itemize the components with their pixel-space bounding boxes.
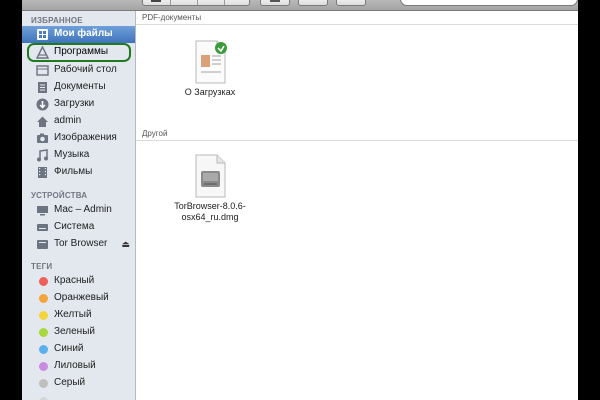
sidebar-tag-blue[interactable]: Синий xyxy=(22,341,135,358)
tag-color-dot-icon xyxy=(39,277,48,286)
sidebar-item-movies[interactable]: Фильмы xyxy=(22,164,135,181)
share-button[interactable] xyxy=(336,0,366,6)
documents-icon xyxy=(38,82,47,93)
sidebar-tag-red[interactable]: Красный xyxy=(22,273,135,290)
sidebar-item-label: Зеленый xyxy=(54,326,95,337)
sidebar-item-label: Mac – Admin xyxy=(54,204,112,215)
downloads-icon xyxy=(36,98,49,111)
sidebar-item-system[interactable]: Система xyxy=(22,219,135,236)
sidebar-item-label: Программы xyxy=(54,46,109,57)
sidebar-tag-orange[interactable]: Оранжевый xyxy=(22,290,135,307)
sidebar-item-tor-browser[interactable]: Tor Browser ⏏ xyxy=(22,236,135,253)
icon-view-icon[interactable] xyxy=(151,0,161,2)
sidebar-item-label: Фильмы xyxy=(54,166,93,177)
sidebar-item-label: Изображения xyxy=(54,132,117,143)
sidebar-tag-yellow[interactable]: Желтый xyxy=(22,307,135,324)
sidebar-item-label: Tor Browser xyxy=(54,238,108,249)
sidebar-item-label: Желтый xyxy=(54,309,92,320)
sidebar-item-label: Лиловый xyxy=(54,360,96,371)
group-header-pdf: PDF-документы xyxy=(136,11,578,25)
file-name-line1: TorBrowser-8.0.6- xyxy=(174,201,246,211)
sidebar-item-downloads[interactable]: Загрузки xyxy=(22,96,135,113)
file-name: О Загрузках xyxy=(184,87,236,97)
arrange-icon xyxy=(270,0,280,2)
sidebar-item-label: Музыка xyxy=(54,149,90,160)
favorites-header: ИЗБРАННОЕ xyxy=(31,16,83,25)
tag-color-dot-icon xyxy=(39,311,48,320)
sidebar-item-documents[interactable]: Документы xyxy=(22,79,135,96)
tag-color-dot-icon xyxy=(39,294,48,303)
sidebar-item-desktop[interactable]: Рабочий стол xyxy=(22,62,135,79)
eject-icon[interactable]: ⏏ xyxy=(121,239,130,250)
music-note-icon xyxy=(37,149,48,162)
devices-header: УСТРОЙСТВА xyxy=(31,191,88,200)
sidebar-item-label: Мои файлы xyxy=(54,28,113,39)
tag-color-dot-icon xyxy=(39,328,48,337)
desktop-icon xyxy=(36,65,49,76)
hard-drive-icon xyxy=(37,224,48,231)
sidebar-item-label: Синий xyxy=(54,343,84,354)
finder-window: ИЗБРАННОЕ Мои файлы Программы Рабочий ст… xyxy=(22,0,578,400)
my-files-icon xyxy=(37,29,48,40)
sidebar-tag-purple[interactable]: Лиловый xyxy=(22,358,135,375)
sidebar-item-mac-admin[interactable]: Mac – Admin xyxy=(22,202,135,219)
tag-color-dot-icon xyxy=(39,345,48,354)
home-icon xyxy=(37,116,48,127)
applications-icon xyxy=(36,46,49,59)
camera-icon xyxy=(37,133,48,143)
toolbar xyxy=(22,0,578,11)
sidebar-item-label: Оранжевый xyxy=(54,292,109,303)
sidebar-item-label: Серый xyxy=(54,377,86,388)
pdf-document-icon xyxy=(195,40,227,84)
film-icon xyxy=(38,167,47,178)
sidebar-item-applications[interactable]: Программы xyxy=(22,44,135,61)
sidebar-tag-green[interactable]: Зеленый xyxy=(22,324,135,341)
computer-icon xyxy=(37,206,48,216)
sidebar-item-music[interactable]: Музыка xyxy=(22,147,135,164)
group-header-other: Другой xyxy=(136,127,578,141)
sidebar-item-my-files[interactable]: Мои файлы xyxy=(22,26,135,43)
tag-color-dot-icon xyxy=(39,379,48,388)
tags-header: ТЕГИ xyxy=(31,262,53,271)
sidebar-item-label: Рабочий стол xyxy=(54,64,117,75)
sidebar-item-label: admin xyxy=(54,115,82,126)
sidebar: ИЗБРАННОЕ Мои файлы Программы Рабочий ст… xyxy=(22,11,136,400)
search-field[interactable] xyxy=(400,0,578,6)
sidebar-item-label: Красный xyxy=(54,275,95,286)
arrange-button[interactable] xyxy=(260,0,290,6)
sidebar-item-label: Система xyxy=(54,221,95,232)
sidebar-item-label: Документы xyxy=(54,81,106,92)
view-switcher[interactable] xyxy=(142,0,250,6)
action-button[interactable] xyxy=(298,0,328,6)
sidebar-item-admin[interactable]: admin xyxy=(22,113,135,130)
dmg-file-icon xyxy=(195,154,226,198)
disk-image-icon xyxy=(37,240,48,249)
file-name-line2: osx64_ru.dmg xyxy=(181,212,239,222)
sidebar-item-pictures[interactable]: Изображения xyxy=(22,130,135,147)
file-item-pdf[interactable]: О Загрузках xyxy=(165,39,255,98)
sidebar-tag-gray[interactable]: Серый xyxy=(22,375,135,392)
file-item-dmg[interactable]: TorBrowser-8.0.6- osx64_ru.dmg xyxy=(165,153,255,223)
file-browser-content: PDF-документы О Загрузках Другой TorBrow… xyxy=(136,11,578,400)
tag-color-dot-icon xyxy=(39,362,48,371)
sidebar-tag-partial[interactable] xyxy=(22,393,135,400)
sidebar-item-label: Загрузки xyxy=(54,98,95,109)
